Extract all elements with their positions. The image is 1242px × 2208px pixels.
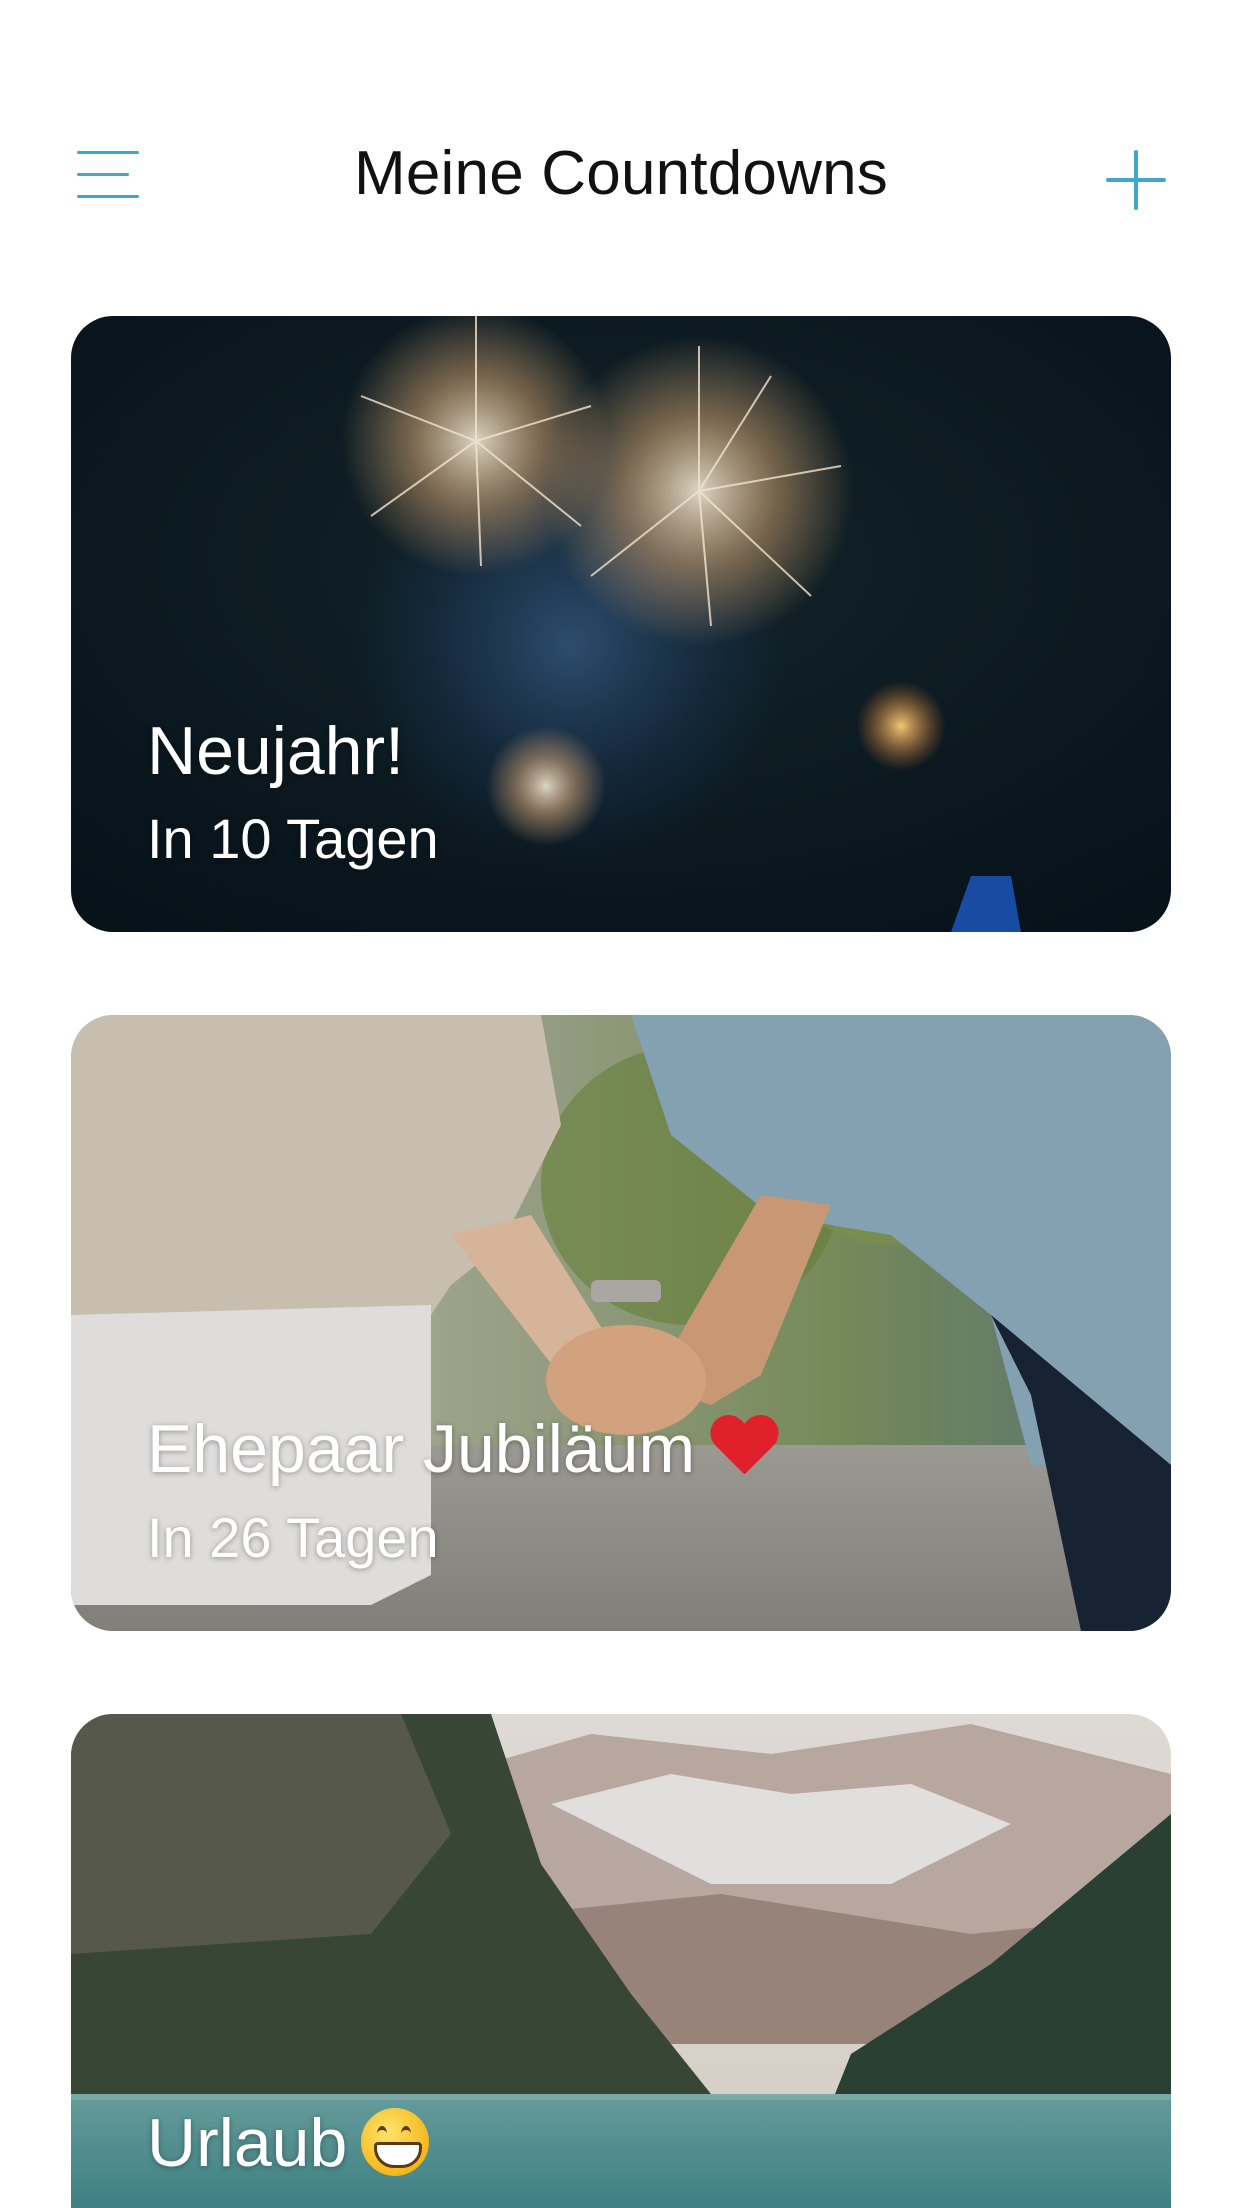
countdown-title: Ehepaar Jubiläum xyxy=(147,1410,779,1488)
countdown-remaining: In 10 Tagen xyxy=(147,807,439,870)
header: Meine Countdowns xyxy=(0,110,1242,240)
page-title: Meine Countdowns xyxy=(354,139,888,208)
emoji-eye xyxy=(401,2126,412,2142)
app-root: Meine Countdowns Neujahr! In 10 Tagen Eh… xyxy=(0,0,1242,2208)
countdown-title-text: Urlaub xyxy=(147,2105,348,2181)
countdown-remaining: In 26 Tagen xyxy=(147,1506,439,1569)
countdown-title: Neujahr! xyxy=(147,713,405,789)
countdown-card-anniversary[interactable]: Ehepaar Jubiläum In 26 Tagen xyxy=(71,1015,1171,1631)
countdown-title: Urlaub xyxy=(147,2104,430,2182)
countdown-title-text: Ehepaar Jubiläum xyxy=(147,1411,696,1487)
red-heart-emoji-icon xyxy=(709,1416,779,1478)
add-countdown-button[interactable] xyxy=(1100,144,1172,216)
grinning-face-emoji-icon xyxy=(361,2108,430,2176)
emoji-mouth xyxy=(374,2142,423,2168)
emoji-eye xyxy=(377,2126,388,2142)
countdown-card-vacation[interactable]: Urlaub xyxy=(71,1714,1171,2208)
countdown-card-new-year[interactable]: Neujahr! In 10 Tagen xyxy=(71,316,1171,932)
